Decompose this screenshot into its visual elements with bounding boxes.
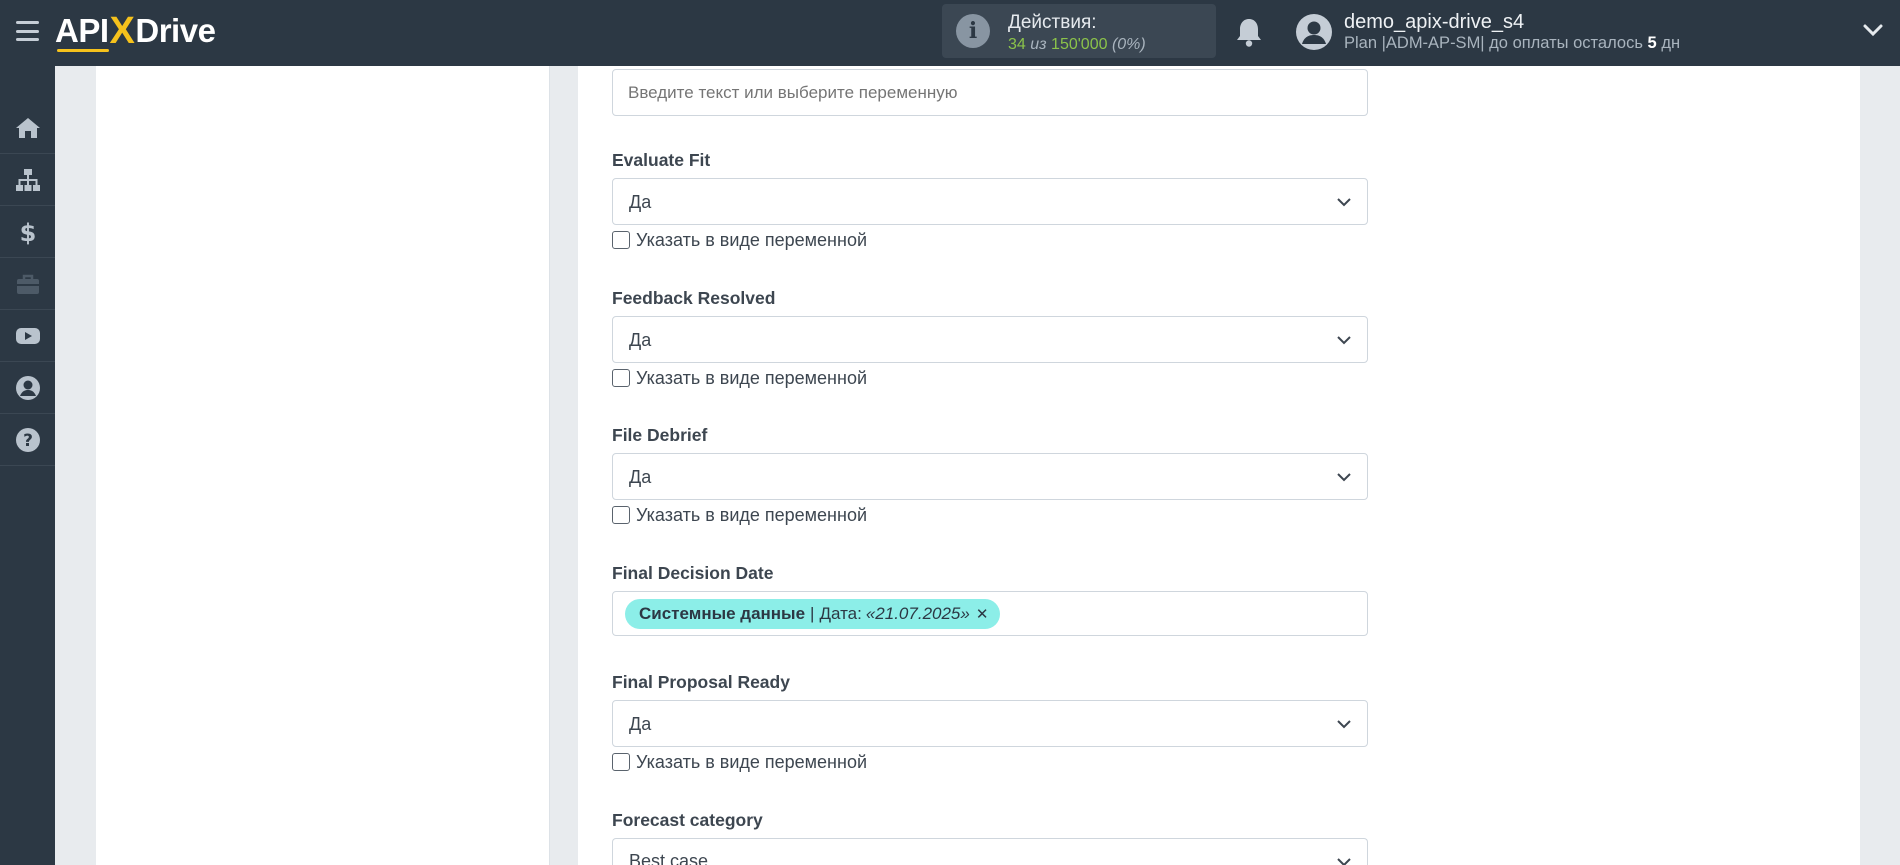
field-label-feedback-resolved: Feedback Resolved [612,288,776,308]
top-bar: API X Drive i Действия: 34 из 150'000 (0%)… [0,0,1900,66]
chevron-down-icon [1337,336,1351,345]
sidebar: $ ? [0,66,55,865]
user-name[interactable]: demo_apix-drive_s4 [1344,11,1524,34]
variable-checkbox[interactable] [612,753,630,771]
field-label-evaluate-fit: Evaluate Fit [612,150,711,170]
sitemap-icon [15,168,40,191]
select-feedback-resolved[interactable]: Да [612,316,1368,363]
sidebar-item-video[interactable] [0,310,55,362]
chevron-down-icon [1337,858,1351,865]
text-variable-input[interactable] [612,69,1368,116]
select-forecast-category[interactable]: Best case [612,838,1368,865]
svg-text:?: ? [23,431,33,451]
sidebar-item-connections[interactable] [0,154,55,206]
user-avatar-icon[interactable] [1295,13,1333,51]
variable-tag[interactable]: Системные данные | Дата: «21.07.2025» ✕ [625,599,1001,629]
menu-burger-icon[interactable] [16,21,39,41]
checkbox-row-file-debrief[interactable]: Указать в виде переменной [612,504,867,526]
home-icon [15,117,40,138]
checkbox-row-final-proposal-ready[interactable]: Указать в виде переменной [612,751,867,773]
youtube-icon [15,327,40,344]
tag-input-final-decision-date[interactable]: Системные данные | Дата: «21.07.2025» ✕ [612,591,1368,636]
logo[interactable]: API X Drive [55,9,216,53]
field-label-final-proposal-ready: Final Proposal Ready [612,672,790,692]
sidebar-item-profile[interactable] [0,362,55,414]
chevron-down-icon [1337,720,1351,729]
svg-text:$: $ [19,219,36,245]
info-icon: i [956,14,990,48]
field-label-file-debrief: File Debrief [612,425,708,445]
bell-icon[interactable] [1234,16,1264,48]
sidebar-item-services[interactable] [0,258,55,310]
question-circle-icon: ? [15,427,40,452]
user-circle-icon [15,375,40,400]
chevron-down-icon [1337,198,1351,207]
variable-checkbox[interactable] [612,231,630,249]
actions-counter[interactable]: i Действия: 34 из 150'000 (0%) [942,4,1216,58]
remove-tag-icon[interactable]: ✕ [976,605,989,623]
actions-title: Действия: [1008,12,1097,33]
sidebar-item-help[interactable]: ? [0,414,55,466]
field-label-forecast-category: Forecast category [612,810,763,830]
checkbox-row-feedback-resolved[interactable]: Указать в виде переменной [612,367,867,389]
user-plan: Plan |ADM-AP-SM| до оплаты осталось 5 дн [1344,34,1681,52]
dollar-icon: $ [19,219,36,245]
field-label-final-decision-date: Final Decision Date [612,563,774,583]
select-final-proposal-ready[interactable]: Да [612,700,1368,747]
sidebar-item-home[interactable] [0,102,55,154]
select-file-debrief[interactable]: Да [612,453,1368,500]
sidebar-item-billing[interactable]: $ [0,206,55,258]
checkbox-row-evaluate-fit[interactable]: Указать в виде переменной [612,229,867,251]
chevron-down-icon[interactable] [1862,22,1884,38]
variable-checkbox[interactable] [612,369,630,387]
chevron-down-icon [1337,473,1351,482]
briefcase-icon [16,274,39,294]
actions-count: 34 из 150'000 (0%) [1008,36,1146,53]
left-panel [96,66,550,865]
select-evaluate-fit[interactable]: Да [612,178,1368,225]
variable-checkbox[interactable] [612,506,630,524]
